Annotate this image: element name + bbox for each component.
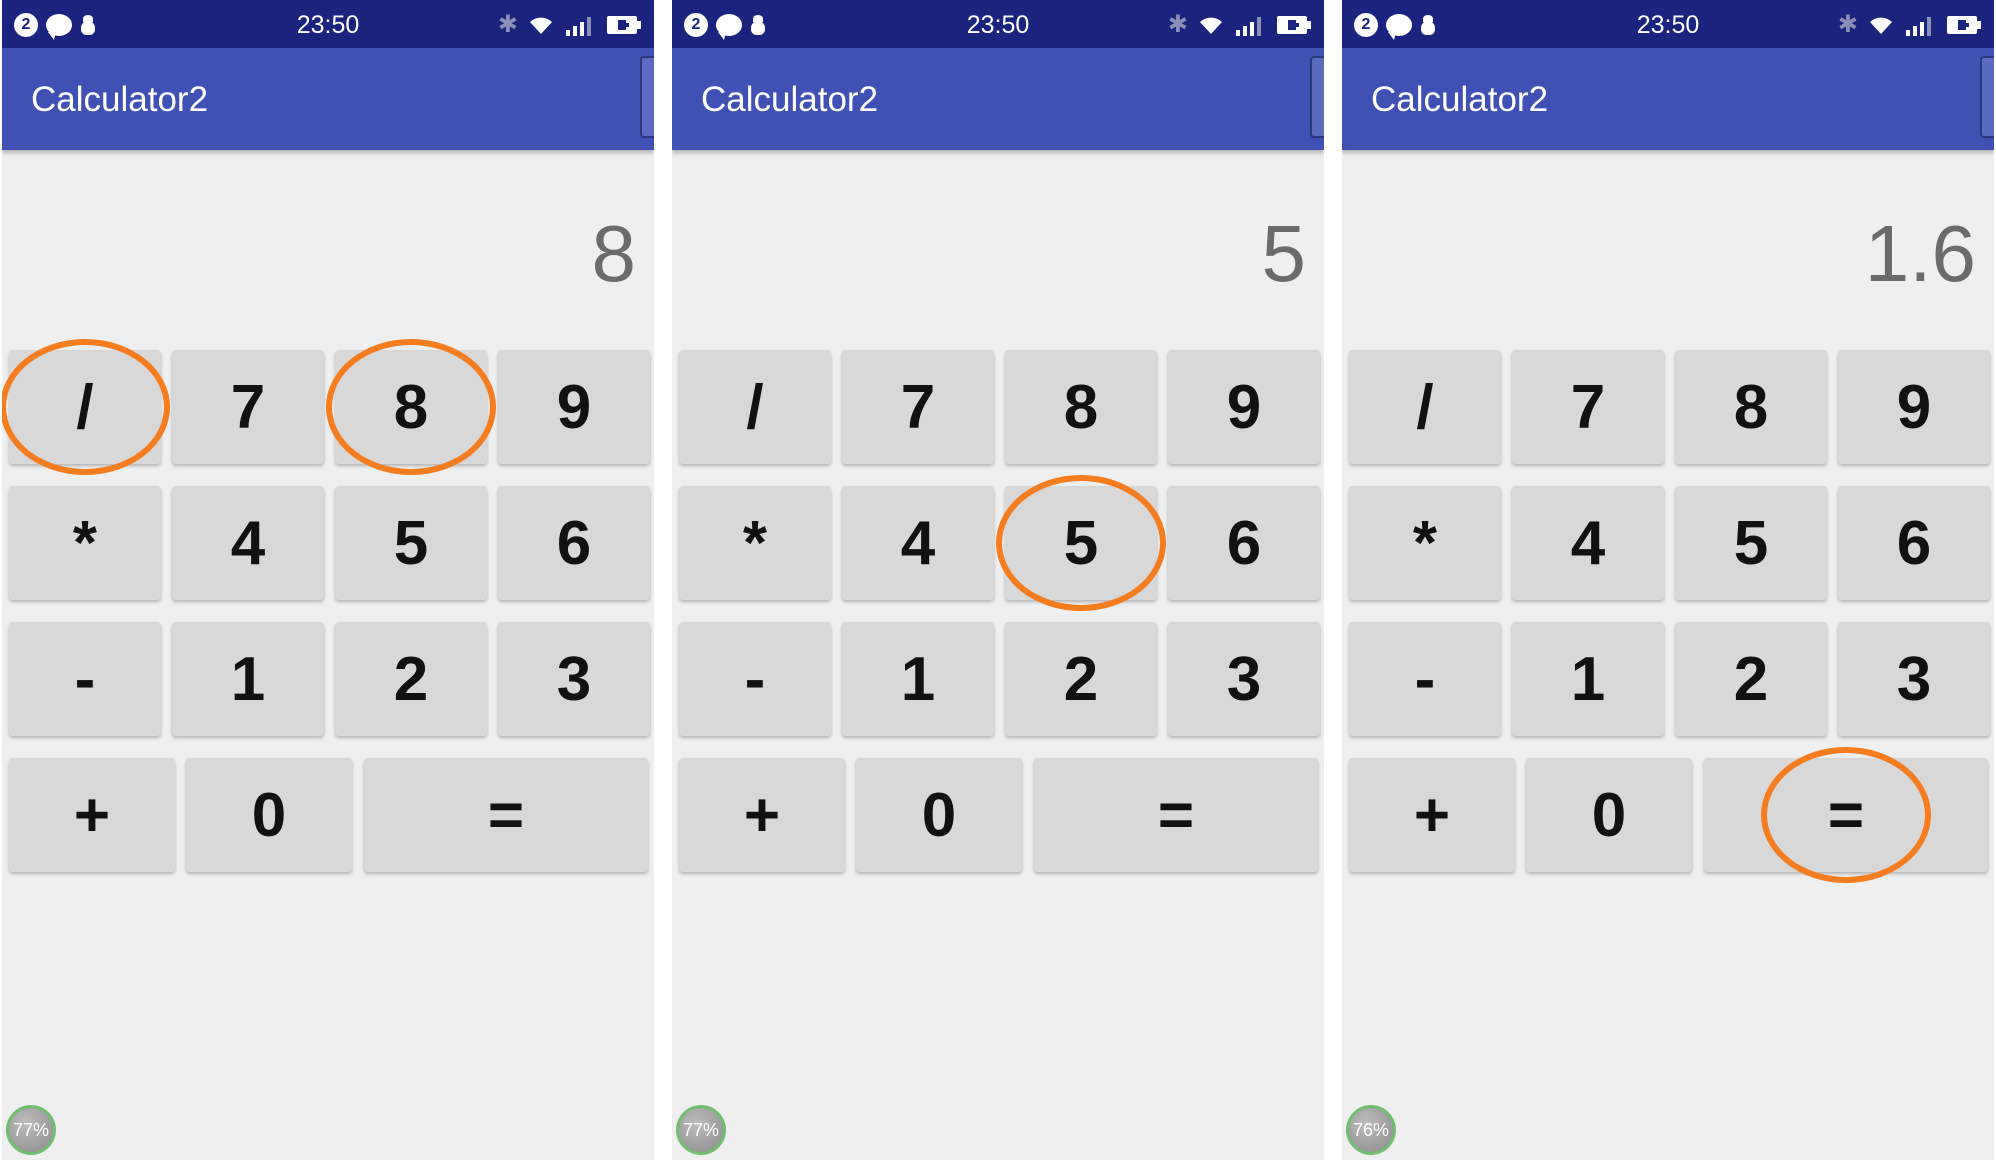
signal-icon bbox=[1234, 14, 1266, 36]
digit-2-button[interactable]: 2 bbox=[1005, 622, 1157, 736]
phone-screen-3: 2 23:50 ✱ Calculator2 1.6 / 7 8 9 * 4 5 … bbox=[1342, 0, 1994, 1160]
digit-3-button[interactable]: 3 bbox=[1838, 622, 1990, 736]
digit-2-button[interactable]: 2 bbox=[1675, 622, 1827, 736]
app-bar: Calculator2 bbox=[1342, 48, 1994, 150]
multiply-button[interactable]: * bbox=[1349, 486, 1501, 600]
battery-icon bbox=[1276, 14, 1312, 36]
app-title: Calculator2 bbox=[701, 80, 879, 119]
battery-icon bbox=[606, 14, 642, 36]
wifi-icon bbox=[1868, 14, 1894, 36]
digit-8-button[interactable]: 8 bbox=[1675, 350, 1827, 464]
digit-9-button[interactable]: 9 bbox=[1168, 350, 1320, 464]
overflow-tab[interactable] bbox=[1310, 56, 1324, 138]
digit-8-button[interactable]: 8 bbox=[335, 350, 487, 464]
phone-screen-2: 2 23:50 ✱ Calculator2 5 / 7 8 9 * 4 5 6 … bbox=[672, 0, 1324, 1160]
status-right: ✱ bbox=[1838, 12, 1982, 38]
subtract-button[interactable]: - bbox=[679, 622, 831, 736]
calculator-display: 8 bbox=[591, 209, 637, 298]
digit-3-button[interactable]: 3 bbox=[498, 622, 650, 736]
app-bar: Calculator2 bbox=[672, 48, 1324, 150]
app-title: Calculator2 bbox=[1371, 80, 1549, 119]
equals-button[interactable]: = bbox=[1704, 758, 1988, 872]
digit-9-button[interactable]: 9 bbox=[1838, 350, 1990, 464]
battery-icon bbox=[1946, 14, 1982, 36]
memory-usage-badge[interactable]: 77% bbox=[6, 1105, 56, 1155]
memory-usage-badge[interactable]: 77% bbox=[676, 1105, 726, 1155]
multiply-button[interactable]: * bbox=[679, 486, 831, 600]
digit-3-button[interactable]: 3 bbox=[1168, 622, 1320, 736]
divide-button[interactable]: / bbox=[9, 350, 161, 464]
digit-1-button[interactable]: 1 bbox=[842, 622, 994, 736]
add-button[interactable]: + bbox=[679, 758, 845, 872]
add-button[interactable]: + bbox=[9, 758, 175, 872]
wifi-icon bbox=[1198, 14, 1224, 36]
app-title: Calculator2 bbox=[31, 80, 209, 119]
bluetooth-icon: ✱ bbox=[1167, 11, 1188, 38]
digit-6-button[interactable]: 6 bbox=[1838, 486, 1990, 600]
digit-8-button[interactable]: 8 bbox=[1005, 350, 1157, 464]
bluetooth-icon: ✱ bbox=[1837, 11, 1858, 38]
status-bar: 2 23:50 ✱ bbox=[672, 0, 1324, 48]
equals-button[interactable]: = bbox=[1034, 758, 1318, 872]
bluetooth-icon: ✱ bbox=[497, 11, 518, 38]
digit-4-button[interactable]: 4 bbox=[1512, 486, 1664, 600]
digit-6-button[interactable]: 6 bbox=[1168, 486, 1320, 600]
calculator-display: 1.6 bbox=[1864, 209, 1976, 298]
digit-5-button[interactable]: 5 bbox=[335, 486, 487, 600]
digit-0-button[interactable]: 0 bbox=[186, 758, 352, 872]
signal-icon bbox=[1904, 14, 1936, 36]
digit-5-button[interactable]: 5 bbox=[1675, 486, 1827, 600]
status-right: ✱ bbox=[1168, 12, 1312, 38]
overflow-tab[interactable] bbox=[640, 56, 654, 138]
add-button[interactable]: + bbox=[1349, 758, 1515, 872]
divide-button[interactable]: / bbox=[679, 350, 831, 464]
digit-1-button[interactable]: 1 bbox=[1512, 622, 1664, 736]
digit-0-button[interactable]: 0 bbox=[1526, 758, 1692, 872]
phone-screen-1: 2 23:50 ✱ Calculator2 8 / 7 8 9 * 4 5 6 … bbox=[2, 0, 654, 1160]
subtract-button[interactable]: - bbox=[1349, 622, 1501, 736]
app-bar: Calculator2 bbox=[2, 48, 654, 150]
digit-9-button[interactable]: 9 bbox=[498, 350, 650, 464]
digit-5-button[interactable]: 5 bbox=[1005, 486, 1157, 600]
digit-7-button[interactable]: 7 bbox=[1512, 350, 1664, 464]
digit-0-button[interactable]: 0 bbox=[856, 758, 1022, 872]
digit-6-button[interactable]: 6 bbox=[498, 486, 650, 600]
digit-7-button[interactable]: 7 bbox=[842, 350, 994, 464]
digit-4-button[interactable]: 4 bbox=[172, 486, 324, 600]
status-bar: 2 23:50 ✱ bbox=[1342, 0, 1994, 48]
subtract-button[interactable]: - bbox=[9, 622, 161, 736]
status-bar: 2 23:50 ✱ bbox=[2, 0, 654, 48]
overflow-tab[interactable] bbox=[1980, 56, 1994, 138]
wifi-icon bbox=[528, 14, 554, 36]
digit-7-button[interactable]: 7 bbox=[172, 350, 324, 464]
digit-4-button[interactable]: 4 bbox=[842, 486, 994, 600]
status-right: ✱ bbox=[498, 12, 642, 38]
signal-icon bbox=[564, 14, 596, 36]
digit-2-button[interactable]: 2 bbox=[335, 622, 487, 736]
multiply-button[interactable]: * bbox=[9, 486, 161, 600]
calculator-display: 5 bbox=[1261, 209, 1307, 298]
divide-button[interactable]: / bbox=[1349, 350, 1501, 464]
equals-button[interactable]: = bbox=[364, 758, 648, 872]
digit-1-button[interactable]: 1 bbox=[172, 622, 324, 736]
memory-usage-badge[interactable]: 76% bbox=[1346, 1105, 1396, 1155]
